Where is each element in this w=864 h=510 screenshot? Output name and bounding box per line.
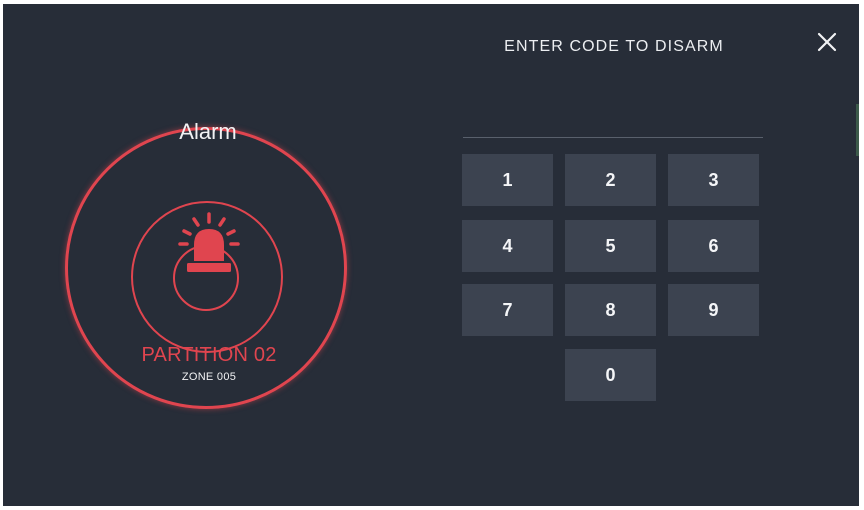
alarm-status-panel: Alarm PARTITION 02 ZONE 005 bbox=[65, 117, 355, 417]
code-input[interactable] bbox=[463, 100, 763, 138]
key-6[interactable]: 6 bbox=[668, 220, 759, 272]
zone-label: ZONE 005 bbox=[181, 371, 237, 383]
alarm-status-label: Alarm bbox=[179, 119, 237, 144]
key-3[interactable]: 3 bbox=[668, 154, 759, 206]
key-9[interactable]: 9 bbox=[668, 284, 759, 336]
key-5[interactable]: 5 bbox=[565, 220, 656, 272]
key-1[interactable]: 1 bbox=[462, 154, 553, 206]
disarm-screen: Alarm PARTITION 02 ZONE 005 ENTER CODE T… bbox=[3, 4, 859, 506]
key-7[interactable]: 7 bbox=[462, 284, 553, 336]
close-icon[interactable] bbox=[815, 30, 839, 54]
key-8[interactable]: 8 bbox=[565, 284, 656, 336]
key-0[interactable]: 0 bbox=[565, 349, 656, 401]
key-2[interactable]: 2 bbox=[565, 154, 656, 206]
partition-label: PARTITION 02 bbox=[141, 344, 277, 366]
key-4[interactable]: 4 bbox=[462, 220, 553, 272]
edge-accent bbox=[856, 104, 859, 156]
siren-icon bbox=[178, 212, 240, 272]
keypad-title: ENTER CODE TO DISARM bbox=[504, 38, 724, 55]
